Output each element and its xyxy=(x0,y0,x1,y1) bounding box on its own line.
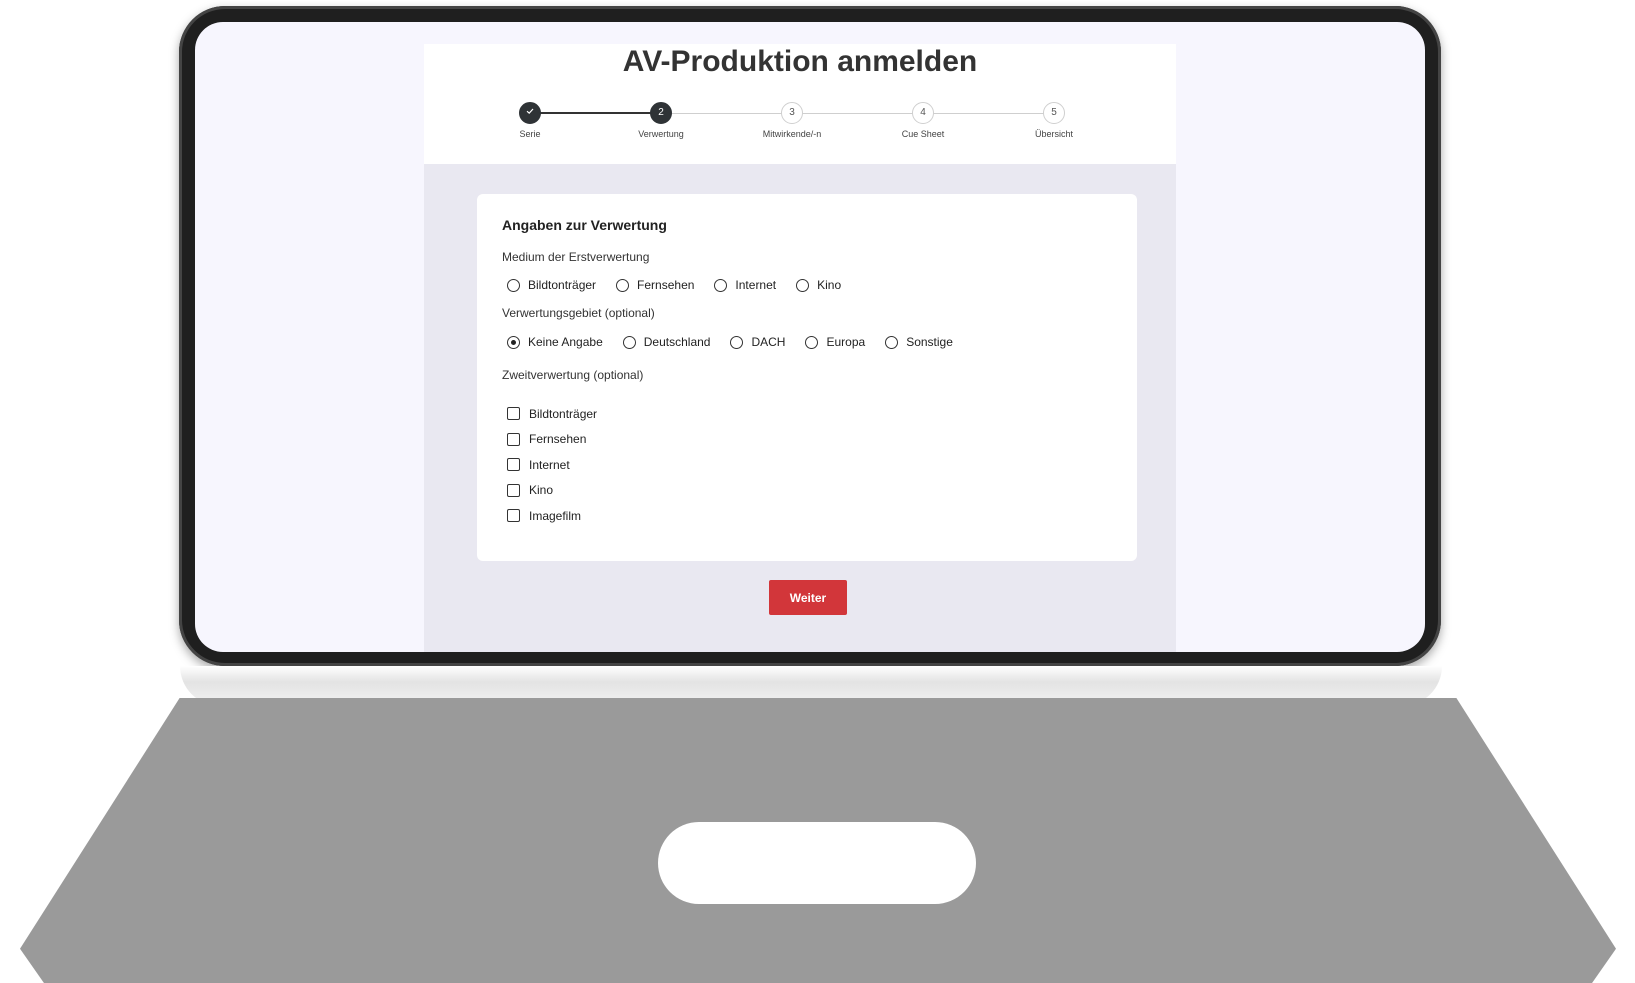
checkbox-option-fernsehen[interactable]: Fernsehen xyxy=(507,427,597,453)
radio-label: Deutschland xyxy=(643,335,711,349)
radio-option-internet[interactable]: Internet xyxy=(714,278,776,292)
radio-button-selected[interactable] xyxy=(507,335,520,349)
radio-option-kino[interactable]: Kino xyxy=(796,278,841,292)
radio-label: Kino xyxy=(817,278,842,292)
radio-button[interactable] xyxy=(622,335,636,349)
next-button[interactable]: Weiter xyxy=(769,580,847,615)
radio-label: Bildtonträger xyxy=(528,278,597,292)
radio-option-keine-angabe[interactable]: Keine Angabe xyxy=(507,335,603,349)
check-icon xyxy=(525,107,535,118)
checkbox[interactable] xyxy=(507,509,520,523)
checkbox-option-imagefilm[interactable]: Imagefilm xyxy=(507,503,597,529)
radio-button[interactable] xyxy=(805,335,819,349)
radio-option-dach[interactable]: DACH xyxy=(730,335,785,349)
laptop-lid: AV-Produktion anmelden Serie 2 Verwertun… xyxy=(179,6,1441,666)
laptop-touchpad xyxy=(658,822,976,904)
checkbox-label: Kino xyxy=(529,483,554,498)
checkbox-label: Internet xyxy=(529,457,570,472)
checkbox-option-internet[interactable]: Internet xyxy=(507,452,597,478)
app-page: AV-Produktion anmelden Serie 2 Verwertun… xyxy=(424,44,1176,652)
checkbox[interactable] xyxy=(507,458,520,472)
radio-option-sonstige[interactable]: Sonstige xyxy=(885,335,953,349)
radio-label: Sonstige xyxy=(906,335,953,349)
radio-label: Europa xyxy=(826,335,866,349)
medium-label: Medium der Erstverwertung xyxy=(502,250,650,264)
step-circle-4: 4 xyxy=(912,102,934,124)
step-serie[interactable]: Serie xyxy=(470,102,590,139)
radio-label: Keine Angabe xyxy=(528,335,603,349)
step-label: Serie xyxy=(519,129,541,139)
checkbox[interactable] xyxy=(507,483,520,497)
radio-label: Internet xyxy=(735,278,777,292)
step-label: Übersicht xyxy=(1034,129,1073,139)
radio-button[interactable] xyxy=(885,335,899,349)
step-label: Cue Sheet xyxy=(901,129,945,139)
radio-button[interactable] xyxy=(730,335,744,349)
checkbox[interactable] xyxy=(507,432,520,446)
radio-option-deutschland[interactable]: Deutschland xyxy=(622,335,711,349)
zweitverwertung-checkbox-group: Bildtonträger Fernsehen Internet Kino Im… xyxy=(507,401,597,529)
radio-button[interactable] xyxy=(507,278,520,292)
checkbox[interactable] xyxy=(507,407,520,421)
checkbox-label: Bildtonträger xyxy=(529,406,598,421)
checkbox-label: Fernsehen xyxy=(529,432,587,447)
radio-label: Fernsehen xyxy=(637,278,695,292)
radio-option-bildtontraeger[interactable]: Bildtonträger xyxy=(507,278,596,292)
section-title: Angaben zur Verwertung xyxy=(502,217,667,233)
step-circle-3: 3 xyxy=(781,102,803,124)
step-cue-sheet[interactable]: 4 Cue Sheet xyxy=(863,102,983,139)
radio-option-fernsehen[interactable]: Fernsehen xyxy=(616,278,694,292)
radio-button[interactable] xyxy=(796,278,810,292)
radio-label: DACH xyxy=(751,335,786,349)
verwertung-form-card: Angaben zur Verwertung Medium der Erstve… xyxy=(477,194,1137,561)
step-circle-2: 2 xyxy=(650,102,672,124)
page-title: AV-Produktion anmelden xyxy=(622,45,978,78)
radio-button[interactable] xyxy=(714,278,728,292)
checkbox-label: Imagefilm xyxy=(529,508,582,523)
checkbox-option-bildtontraeger[interactable]: Bildtonträger xyxy=(507,401,597,427)
medium-radio-group: Bildtonträger Fernsehen Internet Kino xyxy=(507,278,861,292)
step-label: Verwertung xyxy=(638,129,684,139)
zweitverwertung-label: Zweitverwertung (optional) xyxy=(502,368,644,382)
laptop-screen: AV-Produktion anmelden Serie 2 Verwertun… xyxy=(195,22,1425,652)
step-uebersicht[interactable]: 5 Übersicht xyxy=(994,102,1114,139)
checkbox-option-kino[interactable]: Kino xyxy=(507,478,597,504)
step-circle-1 xyxy=(519,102,541,124)
radio-button[interactable] xyxy=(616,278,630,292)
radio-option-europa[interactable]: Europa xyxy=(805,335,865,349)
step-circle-5: 5 xyxy=(1043,102,1065,124)
gebiet-label: Verwertungsgebiet (optional) xyxy=(502,306,655,320)
step-label: Mitwirkende/-n xyxy=(762,129,822,139)
gebiet-radio-group: Keine Angabe Deutschland DACH Europa Son… xyxy=(507,335,973,349)
step-verwertung[interactable]: 2 Verwertung xyxy=(601,102,721,139)
step-mitwirkende[interactable]: 3 Mitwirkende/-n xyxy=(732,102,852,139)
